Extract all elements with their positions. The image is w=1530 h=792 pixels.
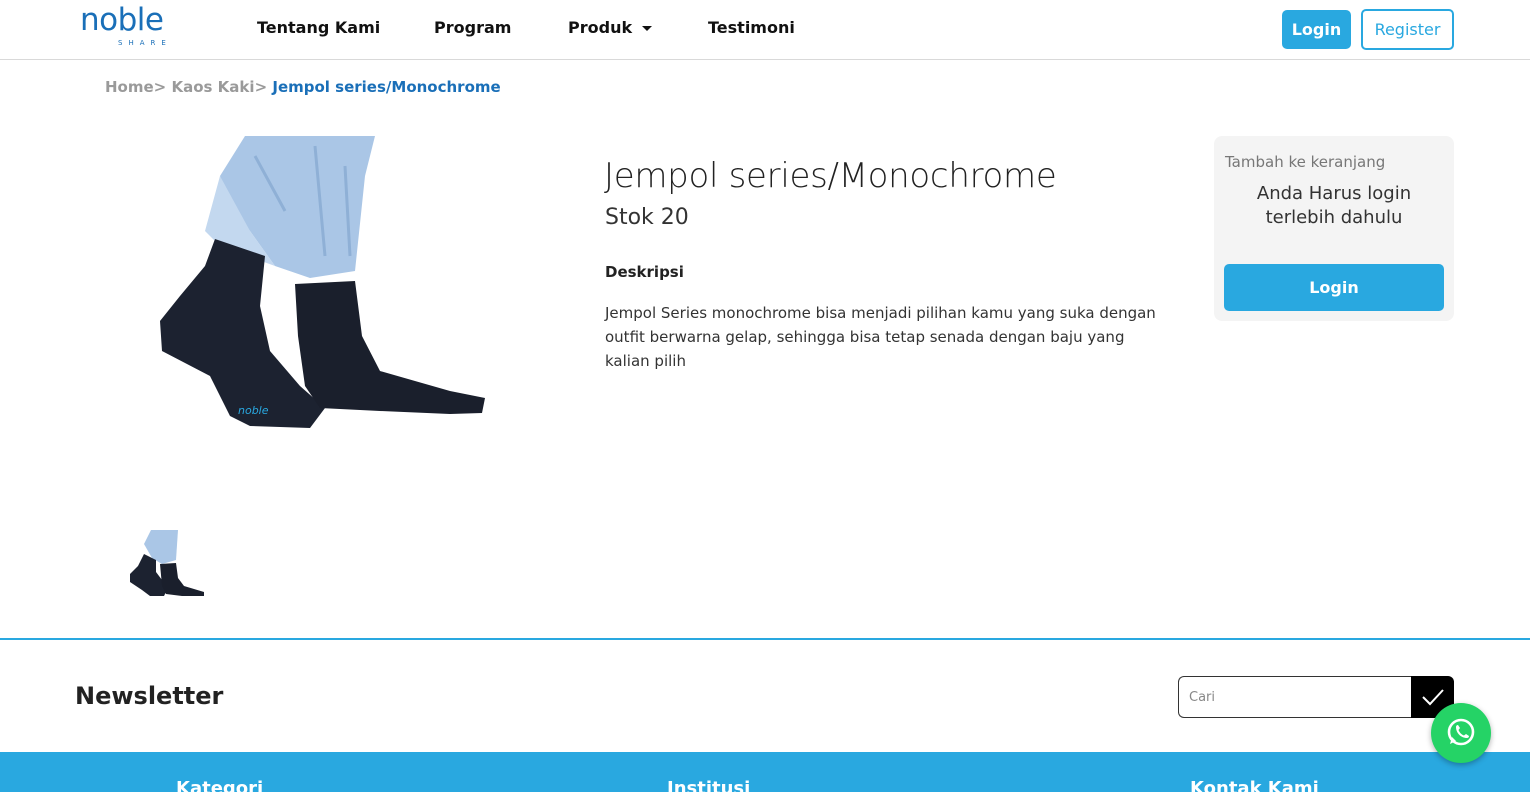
- nav-item-program[interactable]: Program: [434, 18, 511, 37]
- cart-login-message: Anda Harus login terlebih dahulu: [1256, 183, 1412, 228]
- site-header: noble SHARE Tentang Kami Program Produk …: [0, 0, 1530, 60]
- nav-item-produk-label: Produk: [568, 18, 633, 37]
- newsletter-form: [1178, 676, 1454, 718]
- nav-item-testimoni[interactable]: Testimoni: [708, 18, 795, 37]
- right-sock: [295, 281, 485, 414]
- brand-tagline: SHARE: [118, 39, 172, 47]
- whatsapp-icon: [1447, 718, 1475, 746]
- product-thumbnail[interactable]: [126, 530, 208, 600]
- chevron-down-icon: [642, 26, 653, 31]
- header-register-button[interactable]: Register: [1361, 9, 1454, 50]
- breadcrumb-current: Jempol series/Monochrome: [272, 78, 501, 96]
- product-title: Jempol series/Monochrome: [604, 156, 1057, 196]
- site-footer: Kategori Institusi Kontak Kami: [0, 752, 1530, 792]
- cart-login-button[interactable]: Login: [1224, 264, 1444, 311]
- newsletter-title: Newsletter: [75, 682, 224, 710]
- brand-name: noble: [80, 2, 164, 38]
- header-login-button[interactable]: Login: [1282, 10, 1351, 49]
- breadcrumb-separator: >: [153, 78, 167, 96]
- nav-item-tentang-kami[interactable]: Tentang Kami: [257, 18, 380, 37]
- whatsapp-button[interactable]: [1431, 703, 1491, 763]
- footer-heading-kategori: Kategori: [176, 778, 264, 792]
- description-text: Jempol Series monochrome bisa menjadi pi…: [605, 304, 1156, 370]
- breadcrumb-kaos-kaki[interactable]: Kaos Kaki: [171, 78, 254, 96]
- cart-title: Tambah ke keranjang: [1225, 153, 1386, 171]
- breadcrumb: Home> Kaos Kaki> Jempol series/Monochrom…: [105, 78, 501, 96]
- footer-heading-institusi: Institusi: [667, 778, 751, 792]
- newsletter-input[interactable]: [1178, 676, 1412, 718]
- breadcrumb-home[interactable]: Home: [105, 78, 154, 96]
- thumb-right-sock: [160, 563, 204, 596]
- description-heading: Deskripsi: [605, 263, 684, 281]
- nav-item-produk[interactable]: Produk: [568, 18, 653, 37]
- product-image: noble: [160, 136, 485, 428]
- sock-brand-label: noble: [238, 404, 269, 417]
- add-to-cart-card: Tambah ke keranjang Anda Harus login ter…: [1214, 136, 1454, 321]
- product-stock: Stok 20: [605, 205, 689, 230]
- section-divider: [0, 638, 1530, 640]
- breadcrumb-separator: >: [254, 78, 268, 96]
- brand-logo[interactable]: noble SHARE: [80, 2, 182, 50]
- footer-heading-kontak: Kontak Kami: [1190, 778, 1319, 792]
